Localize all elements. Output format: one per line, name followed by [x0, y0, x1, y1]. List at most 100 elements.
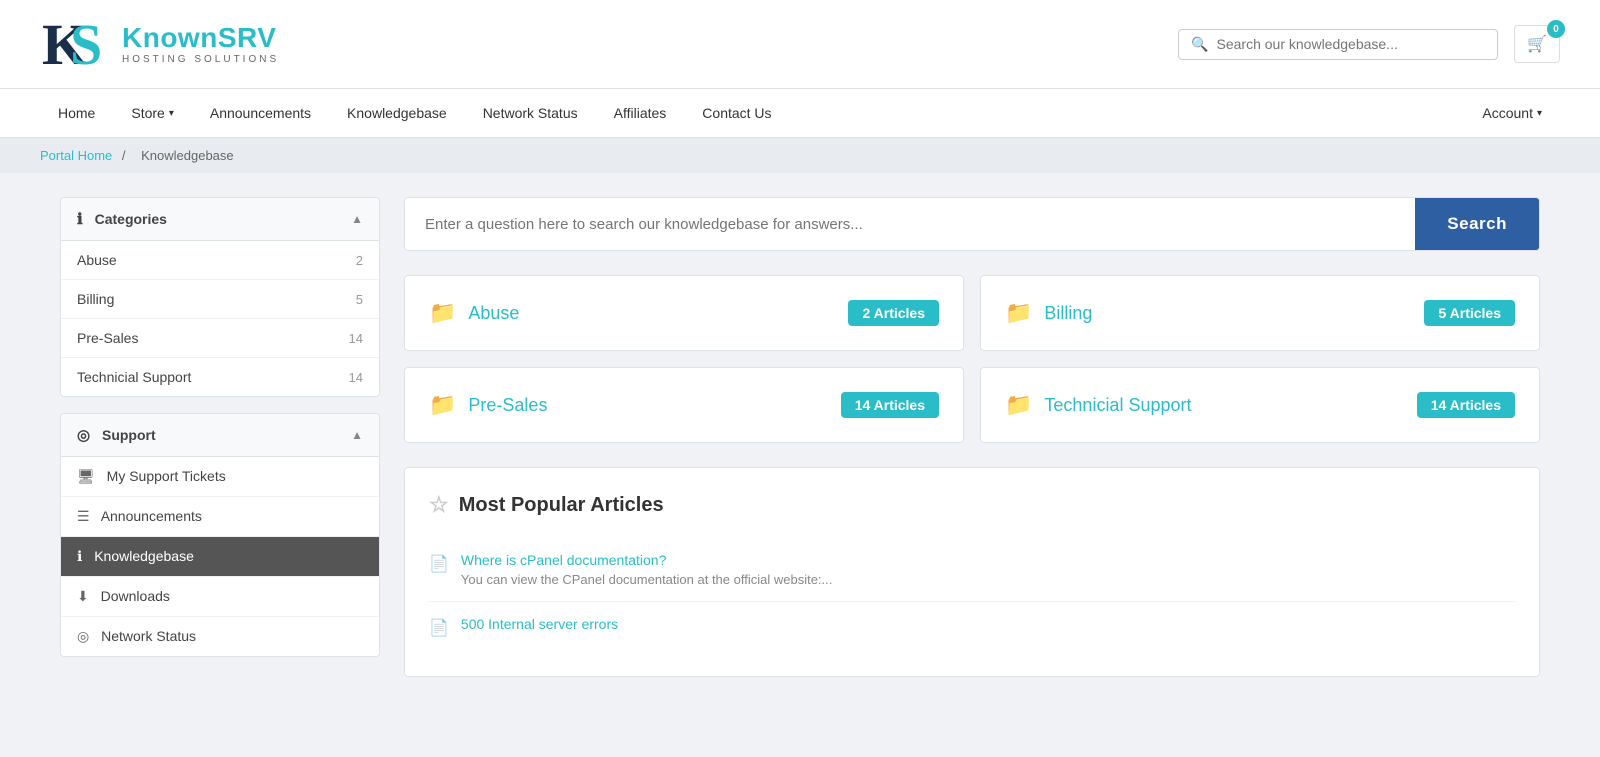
popular-articles-section: ☆ Most Popular Articles 📄 Where is cPane…: [404, 467, 1540, 677]
downloads-left: ⬇ Downloads: [77, 588, 170, 605]
article-item-0: 📄 Where is cPanel documentation? You can…: [429, 538, 1515, 602]
tickets-icon: 🖥: [77, 468, 95, 484]
breadcrumb-current: Knowledgebase: [141, 148, 234, 163]
sidebar-support-knowledgebase[interactable]: ℹ Knowledgebase: [61, 537, 379, 577]
kb-search-box[interactable]: Search: [404, 197, 1540, 251]
nav-home[interactable]: Home: [40, 89, 113, 137]
file-icon-0: 📄: [429, 554, 449, 574]
knowledgebase-left: ℹ Knowledgebase: [77, 548, 194, 565]
sidebar-support-network[interactable]: ◎ Network Status: [61, 617, 379, 656]
category-billing-count: 5: [356, 292, 363, 307]
article-title-0[interactable]: Where is cPanel documentation?: [461, 552, 832, 568]
sidebar-categories-header[interactable]: ℹ Categories ▲: [61, 198, 379, 241]
sidebar-support-left: ◎ Support: [77, 426, 156, 444]
cat-card-technical[interactable]: 📁 Technicial Support 14 Articles: [980, 367, 1540, 443]
network-left: ◎ Network Status: [77, 628, 196, 645]
article-body-0: Where is cPanel documentation? You can v…: [461, 552, 832, 587]
sidebar-support-downloads[interactable]: ⬇ Downloads: [61, 577, 379, 617]
announcements-icon: ☰: [77, 508, 90, 524]
cat-badge-technical: 14 Articles: [1417, 392, 1515, 418]
cat-card-presales-left: 📁 Pre-Sales: [429, 392, 547, 418]
nav-bar: Home Store ▾ Announcements Knowledgebase…: [0, 89, 1600, 138]
cart-badge: 0: [1547, 20, 1565, 38]
cat-name-billing: Billing: [1044, 303, 1092, 324]
nav-announcements[interactable]: Announcements: [192, 89, 329, 137]
store-caret: ▾: [169, 108, 174, 119]
announcements-label: Announcements: [101, 508, 202, 524]
nav-left: Home Store ▾ Announcements Knowledgebase…: [40, 89, 790, 137]
sidebar-category-technical[interactable]: Technicial Support 14: [61, 358, 379, 396]
article-desc-0: You can view the CPanel documentation at…: [461, 572, 832, 587]
nav-knowledgebase[interactable]: Knowledgebase: [329, 89, 465, 137]
sidebar-support-header[interactable]: ◎ Support ▲: [61, 414, 379, 457]
nav-network-status[interactable]: Network Status: [465, 89, 596, 137]
sidebar-support-tickets[interactable]: 🖥 My Support Tickets: [61, 457, 379, 497]
category-billing-label: Billing: [77, 291, 114, 307]
article-title-1[interactable]: 500 Internal server errors: [461, 616, 618, 632]
kb-search-button[interactable]: Search: [1415, 198, 1539, 250]
support-title-label: Support: [102, 427, 156, 443]
header: K S KnownSRV HOSTING SOLUTIONS 🔍 🛒 0: [0, 0, 1600, 89]
category-technical-count: 14: [349, 370, 363, 385]
sidebar-category-abuse[interactable]: Abuse 2: [61, 241, 379, 280]
cat-card-technical-left: 📁 Technicial Support: [1005, 392, 1192, 418]
star-icon: ☆: [429, 492, 449, 518]
network-label: Network Status: [101, 628, 196, 644]
category-presales-label: Pre-Sales: [77, 330, 138, 346]
sidebar-categories-left: ℹ Categories: [77, 210, 167, 228]
category-abuse-count: 2: [356, 253, 363, 268]
sidebar-support-section: ◎ Support ▲ 🖥 My Support Tickets ☰ Annou…: [60, 413, 380, 657]
downloads-icon: ⬇: [77, 588, 89, 604]
category-abuse-label: Abuse: [77, 252, 117, 268]
header-search-bar[interactable]: 🔍: [1178, 29, 1498, 60]
article-item-1: 📄 500 Internal server errors: [429, 602, 1515, 652]
kb-search-input[interactable]: [405, 198, 1415, 250]
nav-account[interactable]: Account ▾: [1464, 89, 1560, 137]
brand-srv: SRV: [218, 22, 277, 53]
cat-card-abuse[interactable]: 📁 Abuse 2 Articles: [404, 275, 964, 351]
cat-card-billing-left: 📁 Billing: [1005, 300, 1092, 326]
cat-name-presales: Pre-Sales: [468, 395, 547, 416]
breadcrumb-separator: /: [122, 148, 126, 163]
nav-right: Account ▾: [1464, 89, 1560, 137]
breadcrumb-portal-home[interactable]: Portal Home: [40, 148, 112, 163]
cat-badge-abuse: 2 Articles: [848, 300, 939, 326]
sidebar-support-announcements[interactable]: ☰ Announcements: [61, 497, 379, 537]
cat-card-billing[interactable]: 📁 Billing 5 Articles: [980, 275, 1540, 351]
cat-card-presales[interactable]: 📁 Pre-Sales 14 Articles: [404, 367, 964, 443]
sidebar-categories-section: ℹ Categories ▲ Abuse 2 Billing 5 Pre-Sal…: [60, 197, 380, 397]
brand-known: Known: [122, 22, 218, 53]
cat-name-abuse: Abuse: [468, 303, 519, 324]
logo-icon: K S: [40, 12, 112, 76]
folder-icon-presales: 📁: [429, 392, 456, 418]
svg-text:S: S: [70, 12, 102, 76]
cart-button[interactable]: 🛒 0: [1514, 25, 1560, 63]
nav-contact-us[interactable]: Contact Us: [684, 89, 789, 137]
folder-icon-technical: 📁: [1005, 392, 1032, 418]
support-chevron-icon: ▲: [351, 428, 363, 442]
logo-brand: KnownSRV: [122, 23, 279, 54]
sidebar-category-billing[interactable]: Billing 5: [61, 280, 379, 319]
popular-title: ☆ Most Popular Articles: [429, 492, 1515, 518]
header-right: 🔍 🛒 0: [1178, 25, 1560, 63]
globe-icon: ◎: [77, 427, 90, 444]
nav-affiliates[interactable]: Affiliates: [596, 89, 685, 137]
article-body-1: 500 Internal server errors: [461, 616, 618, 636]
category-presales-count: 14: [349, 331, 363, 346]
support-tickets-label: My Support Tickets: [107, 468, 226, 484]
content-area: Search 📁 Abuse 2 Articles 📁 Billing 5 Ar…: [404, 197, 1540, 677]
folder-icon-billing: 📁: [1005, 300, 1032, 326]
popular-title-label: Most Popular Articles: [459, 494, 664, 517]
search-icon: 🔍: [1191, 36, 1208, 53]
nav-store[interactable]: Store ▾: [113, 89, 192, 137]
category-grid: 📁 Abuse 2 Articles 📁 Billing 5 Articles …: [404, 275, 1540, 443]
logo-subtitle: HOSTING SOLUTIONS: [122, 54, 279, 65]
sidebar-category-presales[interactable]: Pre-Sales 14: [61, 319, 379, 358]
account-caret: ▾: [1537, 108, 1542, 119]
logo-area: K S KnownSRV HOSTING SOLUTIONS: [40, 12, 279, 76]
header-search-input[interactable]: [1217, 36, 1486, 52]
announcements-left: ☰ Announcements: [77, 508, 202, 525]
sidebar: ℹ Categories ▲ Abuse 2 Billing 5 Pre-Sal…: [60, 197, 380, 677]
cat-name-technical: Technicial Support: [1044, 395, 1191, 416]
folder-icon-abuse: 📁: [429, 300, 456, 326]
